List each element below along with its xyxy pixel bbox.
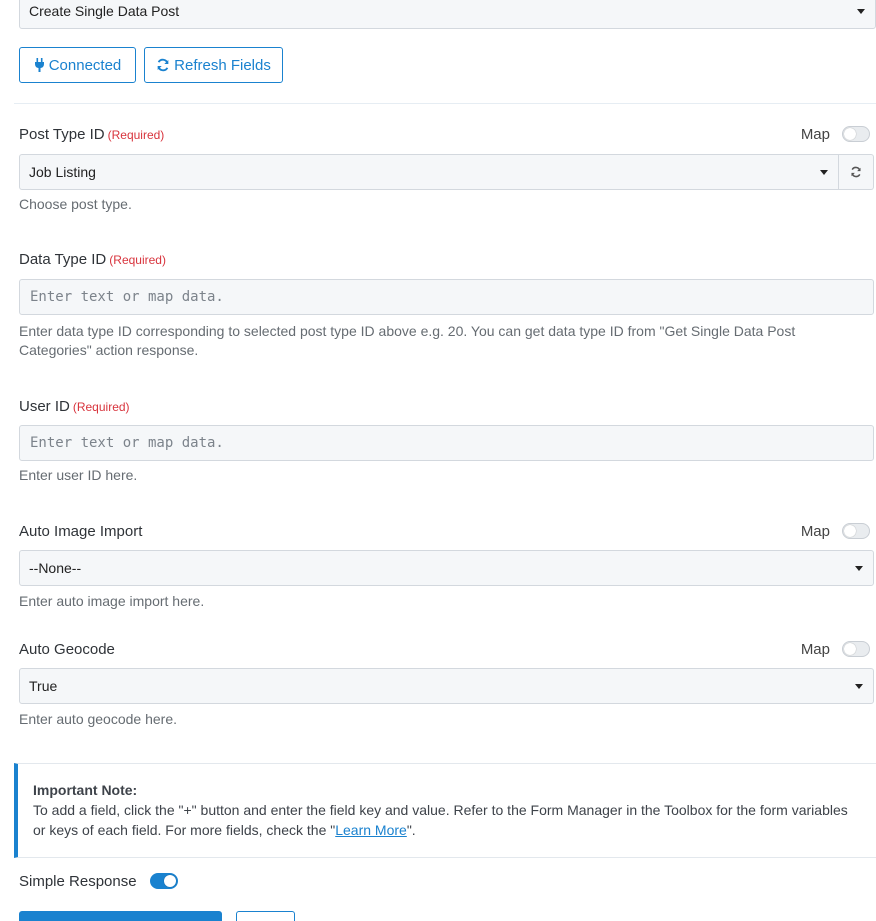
refresh-fields-button[interactable]: Refresh Fields — [144, 47, 283, 83]
post-type-map-toggle[interactable] — [842, 126, 870, 142]
chevron-down-icon — [855, 566, 863, 571]
auto-geocode-value: True — [29, 678, 58, 694]
auto-image-import-label: Auto Image Import — [19, 523, 143, 540]
chevron-down-icon — [820, 170, 828, 175]
learn-more-link[interactable]: Learn More — [335, 822, 407, 838]
auto-image-import-value: --None-- — [29, 560, 82, 576]
refresh-fields-label: Refresh Fields — [174, 56, 271, 74]
auto-image-import-map-label: Map — [800, 523, 830, 540]
connected-button[interactable]: Connected — [19, 47, 136, 83]
post-type-select[interactable]: Job Listing — [19, 154, 839, 190]
important-note-title: Important Note: — [33, 782, 138, 798]
post-type-label: Post Type ID (Required) — [19, 126, 165, 143]
required-tag: (Required) — [109, 253, 166, 267]
auto-image-import-map-toggle[interactable] — [842, 523, 870, 539]
data-type-input[interactable] — [19, 279, 874, 315]
important-note-text: To add a field, click the "+" button and… — [33, 802, 848, 838]
plug-icon — [34, 58, 44, 72]
post-type-map-label: Map — [800, 126, 830, 143]
data-type-help: Enter data type ID corresponding to sele… — [19, 323, 796, 358]
auto-geocode-label: Auto Geocode — [19, 641, 115, 658]
chevron-down-icon — [857, 9, 865, 14]
chevron-down-icon — [855, 684, 863, 689]
primary-action-button[interactable] — [19, 911, 222, 921]
refresh-icon — [851, 166, 861, 178]
important-note: Important Note: To add a field, click th… — [14, 763, 876, 858]
auto-geocode-select[interactable]: True — [19, 668, 874, 704]
auto-geocode-help: Enter auto geocode here. — [19, 711, 178, 727]
post-type-refresh-button[interactable] — [839, 154, 874, 190]
simple-response-toggle[interactable] — [150, 873, 178, 889]
user-id-label: User ID (Required) — [19, 398, 130, 415]
auto-geocode-map-toggle[interactable] — [842, 641, 870, 657]
user-id-input[interactable] — [19, 425, 874, 461]
post-type-value: Job Listing — [29, 164, 96, 180]
simple-response-label: Simple Response — [19, 873, 137, 890]
important-note-text-end: ". — [406, 822, 416, 838]
connected-label: Connected — [48, 56, 122, 74]
post-type-help: Choose post type. — [19, 196, 132, 212]
data-type-label: Data Type ID (Required) — [19, 251, 166, 268]
required-tag: (Required) — [72, 400, 130, 414]
action-select[interactable]: Create Single Data Post — [19, 0, 876, 29]
section-divider — [14, 103, 876, 104]
auto-image-import-help: Enter auto image import here. — [19, 593, 205, 609]
auto-geocode-map-label: Map — [800, 641, 830, 658]
user-id-help: Enter user ID here. — [19, 467, 138, 483]
secondary-action-button[interactable] — [236, 911, 295, 921]
refresh-icon — [157, 58, 169, 72]
required-tag: (Required) — [107, 128, 165, 142]
auto-image-import-select[interactable]: --None-- — [19, 550, 874, 586]
action-select-value: Create Single Data Post — [29, 3, 180, 19]
